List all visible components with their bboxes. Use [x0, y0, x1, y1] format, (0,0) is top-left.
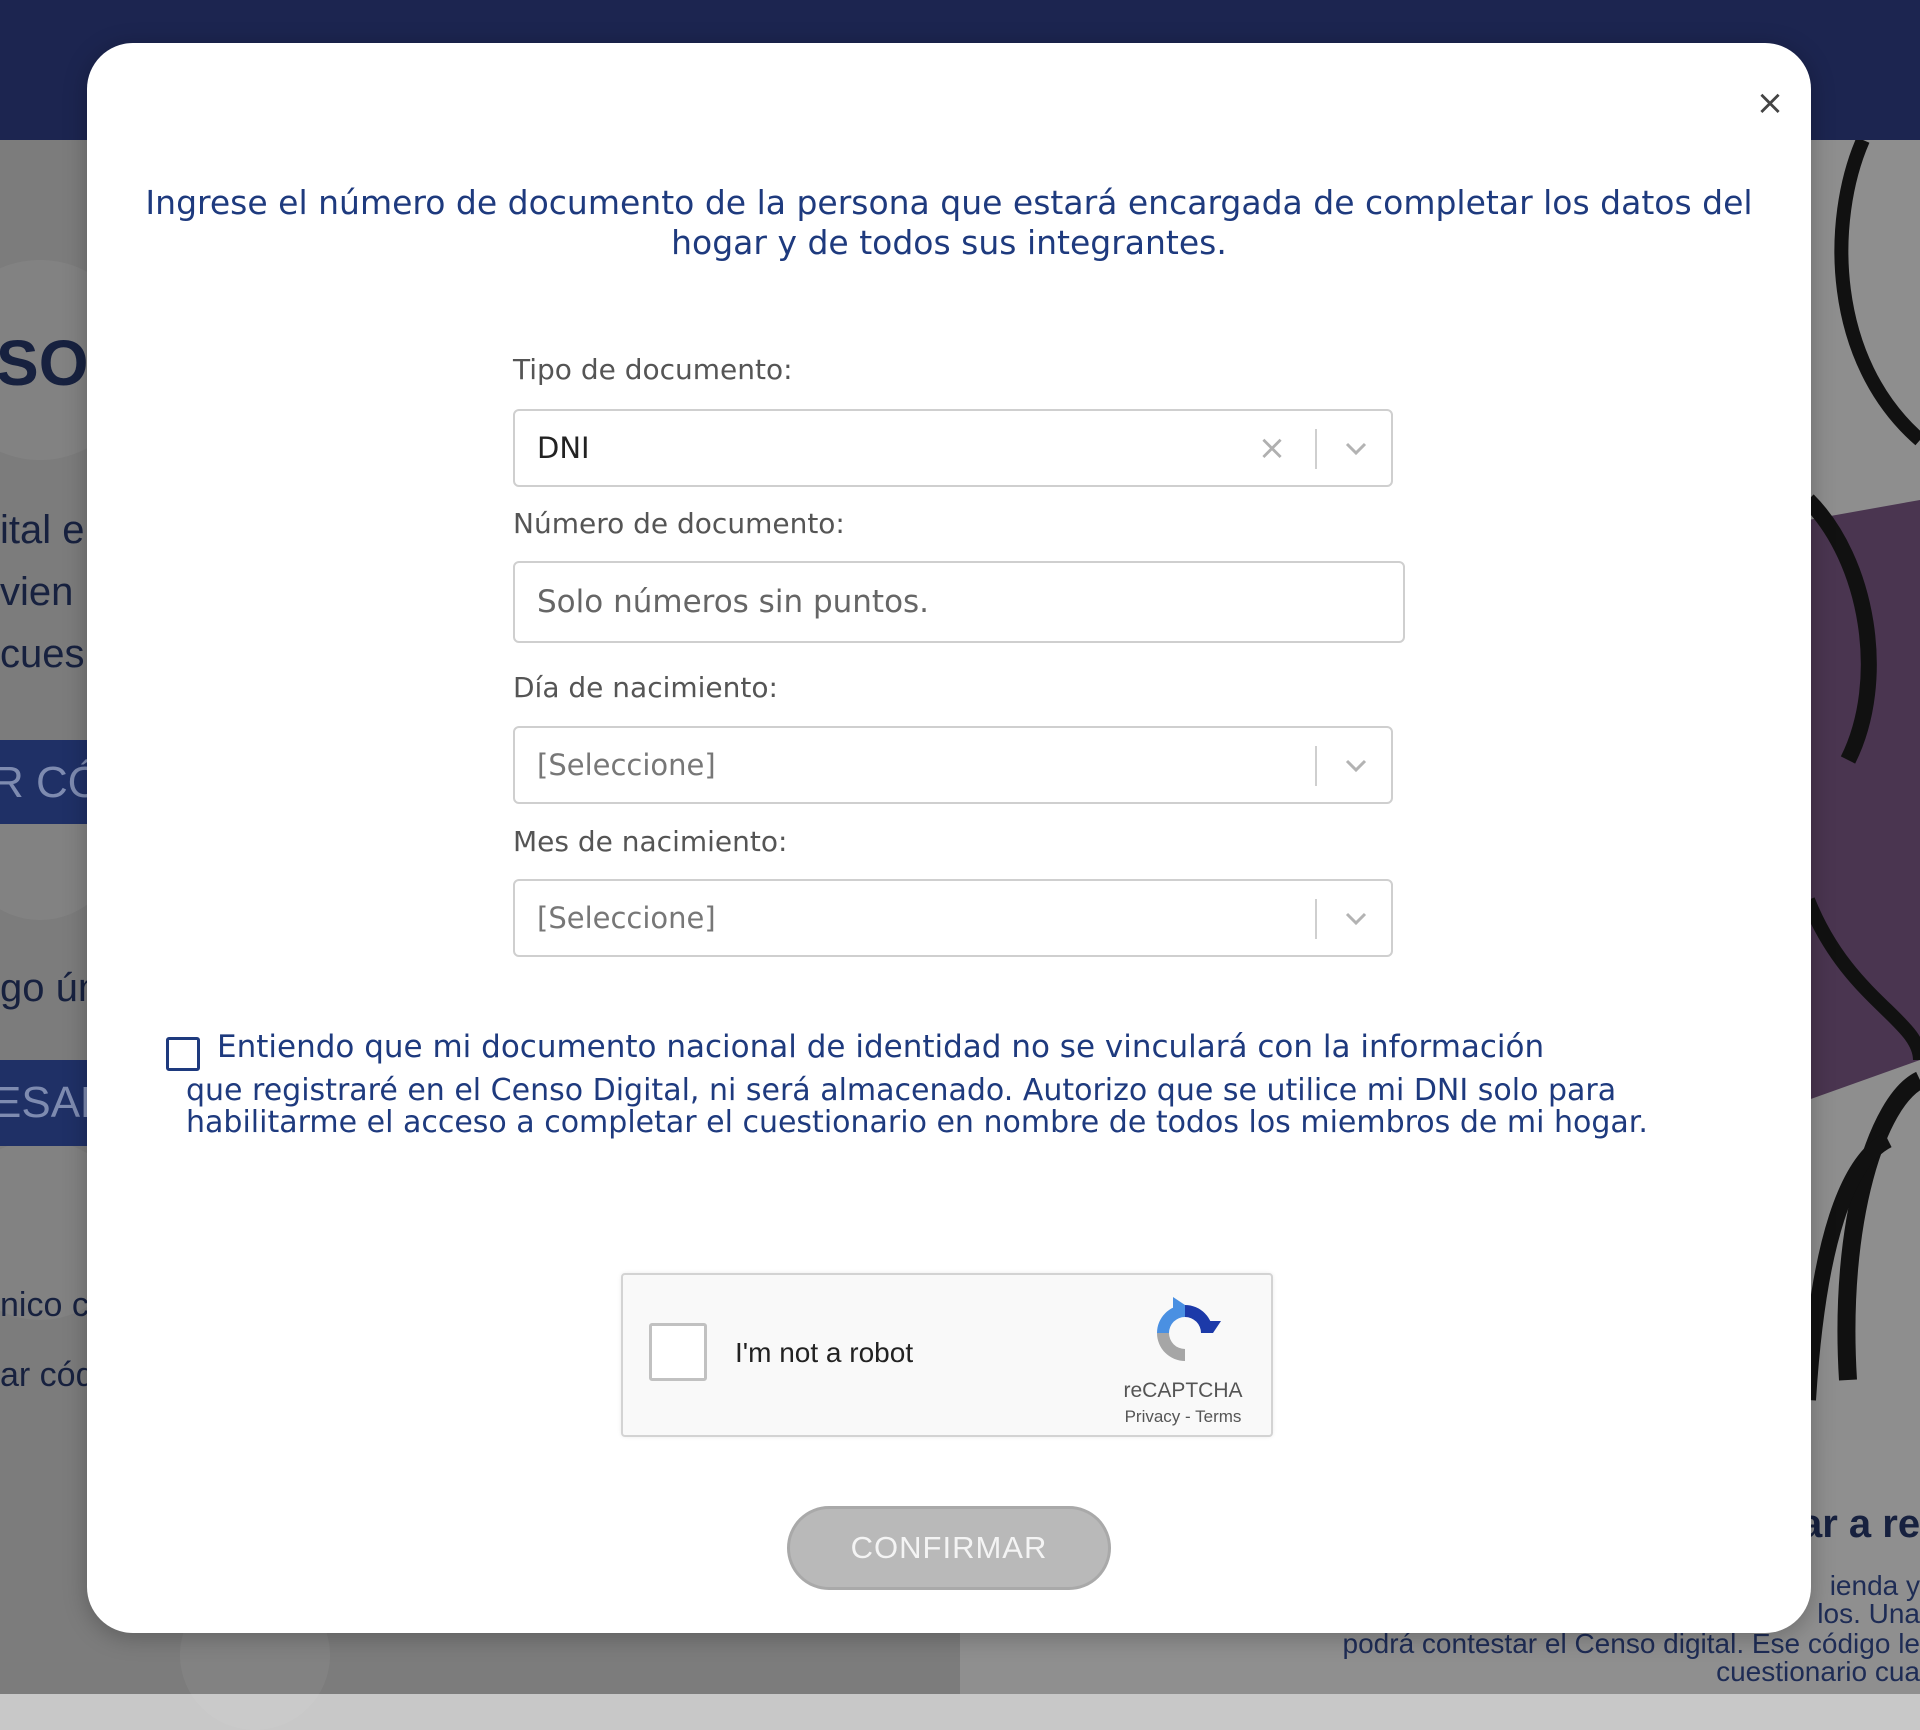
recaptcha-link-separator: - — [1180, 1407, 1196, 1426]
recaptcha-label[interactable]: I'm not a robot — [735, 1337, 913, 1369]
recaptcha-logo-icon — [1157, 1297, 1221, 1361]
decorative-illustration — [1808, 140, 1920, 1440]
birth-day-label: Día de nacimiento: — [513, 671, 778, 704]
chevron-down-icon[interactable] — [1341, 903, 1371, 933]
select-separator — [1315, 746, 1317, 786]
recaptcha-checkbox[interactable] — [649, 1323, 707, 1381]
birth-month-label: Mes de nacimiento: — [513, 825, 788, 858]
bg-text-fragment: cues — [0, 632, 85, 676]
document-modal: × Ingrese el número de documento de la p… — [87, 43, 1811, 1633]
document-number-input[interactable] — [513, 561, 1405, 643]
recaptcha-privacy-link[interactable]: Privacy — [1125, 1407, 1181, 1426]
birth-month-select[interactable]: [Seleccione] — [513, 879, 1393, 957]
consent-text[interactable]: que registraré en el Censo Digital, ni s… — [186, 1075, 1686, 1139]
consent-text-first-line[interactable]: Entiendo que mi documento nacional de id… — [217, 1029, 1544, 1065]
bg-text-fragment: ar cód — [0, 1356, 95, 1394]
document-type-label: Tipo de documento: — [513, 353, 793, 386]
recaptcha-widget: I'm not a robot reCAPTCHA Privacy - Term… — [621, 1273, 1273, 1437]
birth-day-select[interactable]: [Seleccione] — [513, 726, 1393, 804]
close-button[interactable]: × — [1750, 83, 1790, 123]
consent-checkbox[interactable] — [166, 1037, 200, 1071]
bg-text-fragment: cuestionario cua — [1716, 1656, 1920, 1687]
bg-text-fragment: vien — [0, 570, 74, 614]
document-number-label: Número de documento: — [513, 507, 845, 540]
recaptcha-terms-link[interactable]: Terms — [1195, 1407, 1241, 1426]
clear-icon[interactable]: × — [1253, 429, 1291, 467]
chevron-down-icon[interactable] — [1341, 750, 1371, 780]
recaptcha-links: Privacy - Terms — [1113, 1407, 1253, 1427]
bg-heading-fragment: SO — [0, 327, 89, 399]
select-separator — [1315, 899, 1317, 939]
confirm-button[interactable]: CONFIRMAR — [787, 1506, 1111, 1590]
recaptcha-brand: reCAPTCHA — [1123, 1379, 1243, 1402]
bg-text-fragment: ital e — [0, 508, 85, 552]
birth-month-value: [Seleccione] — [537, 901, 716, 935]
birth-day-value: [Seleccione] — [537, 748, 716, 782]
bg-heading-fragment: ar a re — [1800, 1502, 1920, 1546]
bg-text-fragment: los. Una — [1817, 1598, 1920, 1629]
bg-text-fragment: go ún — [0, 966, 101, 1010]
bg-text-fragment: nico c — [0, 1286, 89, 1324]
document-type-value: DNI — [537, 431, 590, 465]
document-type-select[interactable]: DNI × — [513, 409, 1393, 487]
select-separator — [1315, 429, 1317, 469]
modal-intro-text: Ingrese el número de documento de la per… — [145, 183, 1753, 262]
chevron-down-icon[interactable] — [1341, 433, 1371, 463]
